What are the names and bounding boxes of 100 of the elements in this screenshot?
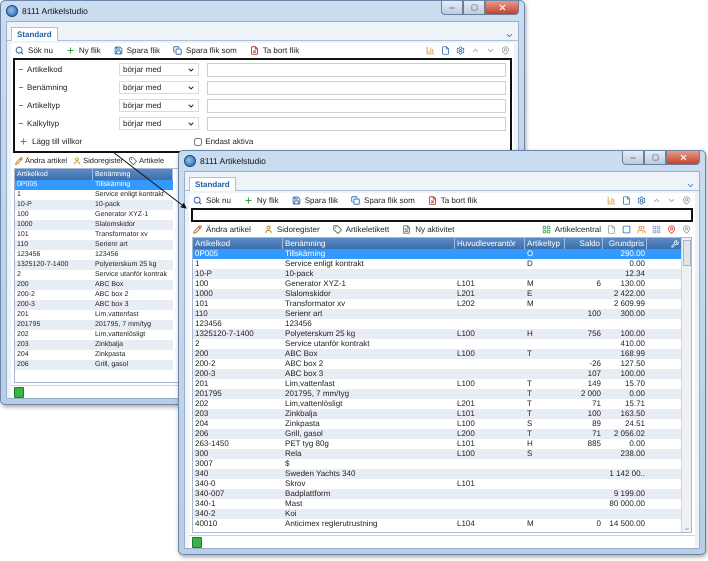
column-header[interactable]: Saldo [565,238,603,249]
scroll-down-icon[interactable] [684,526,690,532]
table-row[interactable]: 203 Zinkbalja L101 T 100 163.50 [193,409,681,419]
column-header[interactable]: Benämning [283,238,455,249]
plus-icon [66,46,75,55]
toolbar-button[interactable]: Ta bort flik [250,46,300,55]
table-cell-text: 15.71 [624,399,646,409]
toolbar-button[interactable]: Sök nu [193,196,231,205]
column-header[interactable]: Huvudleverantör [455,238,525,249]
table-cell-text: 0.00 [628,259,646,269]
menu-icon[interactable] [505,31,514,40]
close-button[interactable] [485,1,519,15]
tag-icon [332,225,342,234]
toolbar-button[interactable]: Spara flik [292,196,338,205]
table-cell-text: 410.00 [620,339,646,349]
operator-dropdown[interactable]: börjar med [119,81,199,94]
status-icon [14,386,24,398]
tab[interactable]: Standard [189,177,236,191]
table-cell-text: T [526,429,533,439]
minimize-button[interactable] [441,1,463,15]
close-button[interactable] [666,151,700,165]
table-row[interactable]: 340-007 Badplattform 9 199.00 [193,489,681,499]
toolbar-button[interactable]: Ny flik [244,196,279,205]
table-cell-text: 71 [591,399,602,409]
bar-chart-icon[interactable] [607,196,616,205]
table-cell-text: 149 [586,379,602,389]
filter-input[interactable] [207,116,506,130]
table-cell-text: 100 [586,309,602,319]
toolbar-button[interactable]: Spara flik [114,46,160,55]
table-cell-text: 100.00 [620,329,646,339]
filter-input[interactable] [207,80,506,94]
action-button[interactable]: Artikeletikett [332,225,390,234]
filter-label: Artikeltyp [27,101,61,110]
table-cell-text: 203 [194,409,210,419]
add-condition-button[interactable]: Lägg till villkor [19,137,82,146]
toolbar-button[interactable]: Spara flik som [173,46,237,55]
operator-dropdown[interactable]: börjar med [119,99,199,112]
operator-dropdown[interactable]: börjar med [119,63,199,76]
pin-icon[interactable] [501,46,510,55]
settings-icon[interactable] [456,46,465,55]
tag-icon [129,156,138,164]
toolbar-button[interactable]: Ta bort flik [428,196,478,205]
settings-icon[interactable] [637,196,646,205]
table-row[interactable]: 201795 201795, 7 mm/tyg T 2 000 0.00 [193,389,681,399]
table-icon[interactable] [652,225,661,234]
minimize-button[interactable] [622,151,644,165]
column-header[interactable]: Grundpris [603,238,647,249]
scroll-thumb[interactable] [682,240,690,266]
table-cell-text: 340-007 [194,489,226,499]
column-header[interactable]: Artikelkod [193,238,283,249]
table-row[interactable]: 110 Serienr art 100 300.00 [193,309,681,319]
table-cell-text: 127.50 [620,359,646,369]
table-cell-text: Service enligt kontrakt [284,259,365,269]
operator-dropdown[interactable]: börjar med [119,117,199,130]
toolbar-button[interactable]: Sök nu [15,46,53,55]
table-cell-text: 89 [591,419,602,429]
tab[interactable]: Standard [11,27,58,41]
table-row[interactable]: 206 Grill, gasol L200 T 71 2 056.02 [193,429,681,439]
bar-chart-icon[interactable] [426,46,435,55]
action-button[interactable]: Sidoregister [264,225,320,234]
table-cell-text: Polyeterskum 25 kg [284,329,356,339]
document-icon[interactable] [441,46,450,55]
pencil-icon [15,156,23,164]
table-cell-text: Koi [284,509,298,519]
toolbar-button[interactable]: Ny flik [66,46,101,55]
maximize-button[interactable] [463,1,485,15]
wrench-icon[interactable] [671,240,679,248]
maximize-button[interactable] [644,151,666,165]
table-cell-text: 14 500.00 [608,519,646,529]
table-row[interactable]: 1000 Slalomskidor L201 E 2 422.00 [193,289,681,299]
action-button[interactable]: Artikelcentral [542,225,601,234]
table-row[interactable]: 340-2 Koi [193,509,681,519]
filter-input[interactable] [207,98,506,112]
table-row[interactable]: 200-3 ABC box 3 107 100.00 [193,369,681,379]
toolbar-button[interactable]: Spara flik som [351,196,415,205]
pin-icon[interactable] [682,225,691,234]
table-cell-text: L101 [456,279,476,289]
filter-input[interactable] [207,62,506,76]
table-row[interactable]: 10-P 10-pack 12.34 [193,269,681,279]
table-row[interactable]: 300 Rela L100 S 238.00 [193,449,681,459]
table-cell-text: 1325120-7-1400 [194,329,255,339]
map-pin-icon[interactable] [667,225,676,234]
checkbox[interactable] [194,138,202,146]
document-icon[interactable] [622,196,631,205]
action-button[interactable]: Ny aktivitet [402,225,454,234]
people-icon[interactable] [637,225,646,234]
menu-icon[interactable] [686,181,695,190]
document-icon[interactable] [607,225,616,234]
action-button[interactable]: Ändra artikel [193,225,251,234]
square-icon[interactable] [622,225,631,234]
column-header[interactable]: Artikeltyp [525,238,565,249]
table-row[interactable]: 340 Sweden Yachts 340 1 142 00.. [193,469,681,479]
scrollbar[interactable] [681,238,691,532]
pin-icon[interactable] [682,196,691,205]
table-cell-text: 123456 [284,319,313,329]
table-cell-text: Lim,vattenlösligt [284,399,344,409]
table-row[interactable]: 200 ABC Box L100 T 168.99 [193,349,681,359]
table-cell-text: T [526,349,533,359]
table-cell-text: L100 [456,349,476,359]
table-row[interactable]: 1325120-7-1400 Polyeterskum 25 kg L100 H 756 100.00 [193,329,681,339]
